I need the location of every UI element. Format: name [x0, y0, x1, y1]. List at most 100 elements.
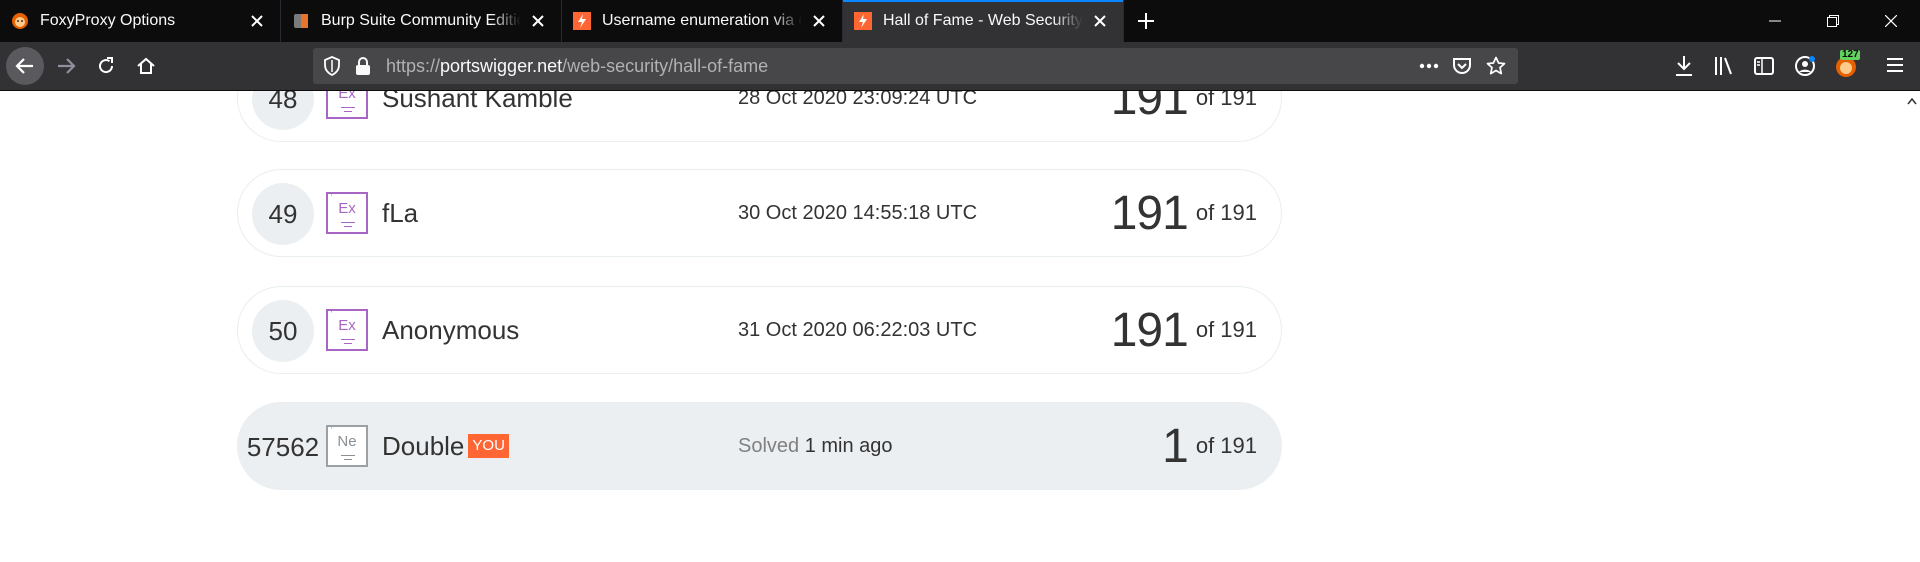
- score-value: 191: [1110, 186, 1189, 240]
- tab-title: FoxyProxy Options: [40, 12, 176, 29]
- badge-symbol: Ex: [338, 317, 356, 334]
- user-name: Anonymous: [382, 315, 520, 345]
- library-icon[interactable]: [1714, 55, 1734, 82]
- tab-foxyproxy[interactable]: FoxyProxy Options: [0, 0, 281, 42]
- badge-line: [344, 343, 352, 344]
- badge-line: [344, 459, 352, 460]
- close-window-button[interactable]: [1862, 0, 1920, 42]
- solved-label: Solved: [738, 435, 800, 457]
- completion-date: 30 Oct 2020 14:55:18 UTC: [738, 202, 978, 224]
- score-total: of 191: [1195, 91, 1257, 110]
- minimize-icon: [1769, 20, 1781, 22]
- restore-button[interactable]: [1804, 0, 1862, 42]
- url-scheme: https://: [386, 56, 441, 76]
- score: 191 of 191: [1111, 91, 1257, 141]
- address-bar[interactable]: https://portswigger.net/web-security/hal…: [313, 48, 1518, 84]
- forward-button[interactable]: [48, 48, 84, 84]
- user-name: fLa: [382, 198, 419, 228]
- level-badge: ' Ex: [326, 309, 368, 351]
- rank-number: 57562: [246, 432, 320, 462]
- score-total: of 191: [1195, 317, 1257, 342]
- close-icon: [1885, 15, 1897, 27]
- user-name: Sushant Kamble: [382, 91, 573, 113]
- window-controls: [1746, 0, 1920, 42]
- level-badge: ' Ex: [326, 91, 368, 119]
- lock-icon[interactable]: [355, 56, 371, 81]
- rank-circle: 49: [252, 183, 314, 245]
- user-name: Double YOU: [382, 403, 509, 489]
- close-tab-icon[interactable]: [246, 10, 268, 32]
- leaderboard-row: 50 ' Ex Anonymous 31 Oct 2020 06:22:03 U…: [237, 286, 1282, 374]
- tab-hall-of-fame[interactable]: Hall of Fame - Web Security Academy: [843, 0, 1124, 42]
- score: 191 of 191: [1111, 287, 1257, 373]
- solved-status: Solved 1 min ago: [738, 403, 893, 489]
- rank-circle: 50: [252, 300, 314, 362]
- portswigger-icon: [853, 11, 873, 31]
- reload-icon: [99, 57, 114, 74]
- tab-title: Username enumeration via different respo…: [602, 12, 802, 29]
- pocket-icon[interactable]: [1452, 56, 1472, 81]
- score-total: of 191: [1195, 200, 1257, 225]
- user-name-text: Double: [382, 431, 465, 461]
- solved-time: 1 min ago: [804, 435, 893, 457]
- plus-icon: [1138, 13, 1154, 29]
- badge-line: [341, 455, 355, 456]
- close-tab-icon[interactable]: [1089, 10, 1111, 32]
- score: 191 of 191: [1111, 170, 1257, 256]
- shield-icon[interactable]: [323, 56, 341, 81]
- tab-burp-suite[interactable]: Burp Suite Community Edition: [281, 0, 562, 42]
- url-host: portswigger.net: [440, 56, 563, 76]
- completion-date: 28 Oct 2020 23:09:24 UTC: [738, 91, 978, 109]
- badge-symbol: Ex: [338, 91, 356, 102]
- you-badge: YOU: [468, 434, 509, 459]
- arrow-left-icon: [15, 58, 33, 74]
- level-badge: ' Ex: [326, 192, 368, 234]
- download-icon[interactable]: [1674, 55, 1694, 82]
- extension-badge: 127: [1842, 49, 1859, 60]
- tab-title: Hall of Fame - Web Security Academy: [883, 12, 1083, 29]
- portswigger-icon: [572, 11, 592, 31]
- foxyproxy-extension-icon[interactable]: 127: [1834, 49, 1860, 83]
- current-user-row: 57562 ' Ne Double YOU Solved 1 min ago 1 …: [237, 402, 1282, 490]
- foxyproxy-icon: [10, 11, 30, 31]
- url-path: /web-security/hall-of-fame: [562, 56, 769, 76]
- leaderboard-row: 48 ' Ex Sushant Kamble 28 Oct 2020 23:09…: [237, 91, 1282, 142]
- arrow-right-icon: [58, 58, 76, 74]
- tab-strip: FoxyProxy Options Burp Suite Community E…: [0, 0, 1920, 42]
- level-badge: ' Ne: [326, 425, 368, 467]
- score-value: 1: [1162, 419, 1189, 473]
- close-tab-icon[interactable]: [527, 10, 549, 32]
- badge-symbol: Ex: [338, 200, 356, 217]
- sidebar-icon[interactable]: [1754, 55, 1774, 82]
- score-total: of 191: [1195, 433, 1257, 458]
- bookmark-star-icon[interactable]: [1486, 56, 1506, 81]
- menu-icon[interactable]: [1886, 55, 1904, 80]
- badge-line: [344, 111, 352, 112]
- account-icon[interactable]: [1794, 55, 1816, 82]
- score-value: 191: [1110, 91, 1189, 125]
- back-button[interactable]: [6, 47, 44, 85]
- completion-date: 31 Oct 2020 06:22:03 UTC: [738, 319, 978, 341]
- restore-icon: [1827, 15, 1839, 27]
- burp-icon: [291, 11, 311, 31]
- scroll-up-arrow-icon[interactable]: [1907, 97, 1917, 105]
- close-tab-icon[interactable]: [808, 10, 830, 32]
- rank-circle: 48: [252, 91, 314, 130]
- vertical-scrollbar[interactable]: [1903, 91, 1920, 562]
- badge-line: [344, 226, 352, 227]
- navigation-toolbar: https://portswigger.net/web-security/hal…: [0, 42, 1920, 91]
- badge-line: [341, 339, 355, 340]
- home-button[interactable]: [128, 48, 164, 84]
- page-content: 48 ' Ex Sushant Kamble 28 Oct 2020 23:09…: [0, 91, 1920, 562]
- tab-title: Burp Suite Community Edition: [321, 12, 521, 29]
- badge-symbol: Ne: [337, 433, 357, 450]
- new-tab-button[interactable]: [1124, 0, 1168, 42]
- tab-username-enumeration[interactable]: Username enumeration via different respo…: [562, 0, 843, 42]
- page-actions-icon[interactable]: [1418, 56, 1440, 81]
- score-value: 191: [1110, 303, 1189, 357]
- url-text[interactable]: https://portswigger.net/web-security/hal…: [386, 48, 768, 84]
- minimize-button[interactable]: [1746, 0, 1804, 42]
- home-icon: [137, 57, 155, 74]
- badge-line: [341, 222, 355, 223]
- reload-button[interactable]: [88, 48, 124, 84]
